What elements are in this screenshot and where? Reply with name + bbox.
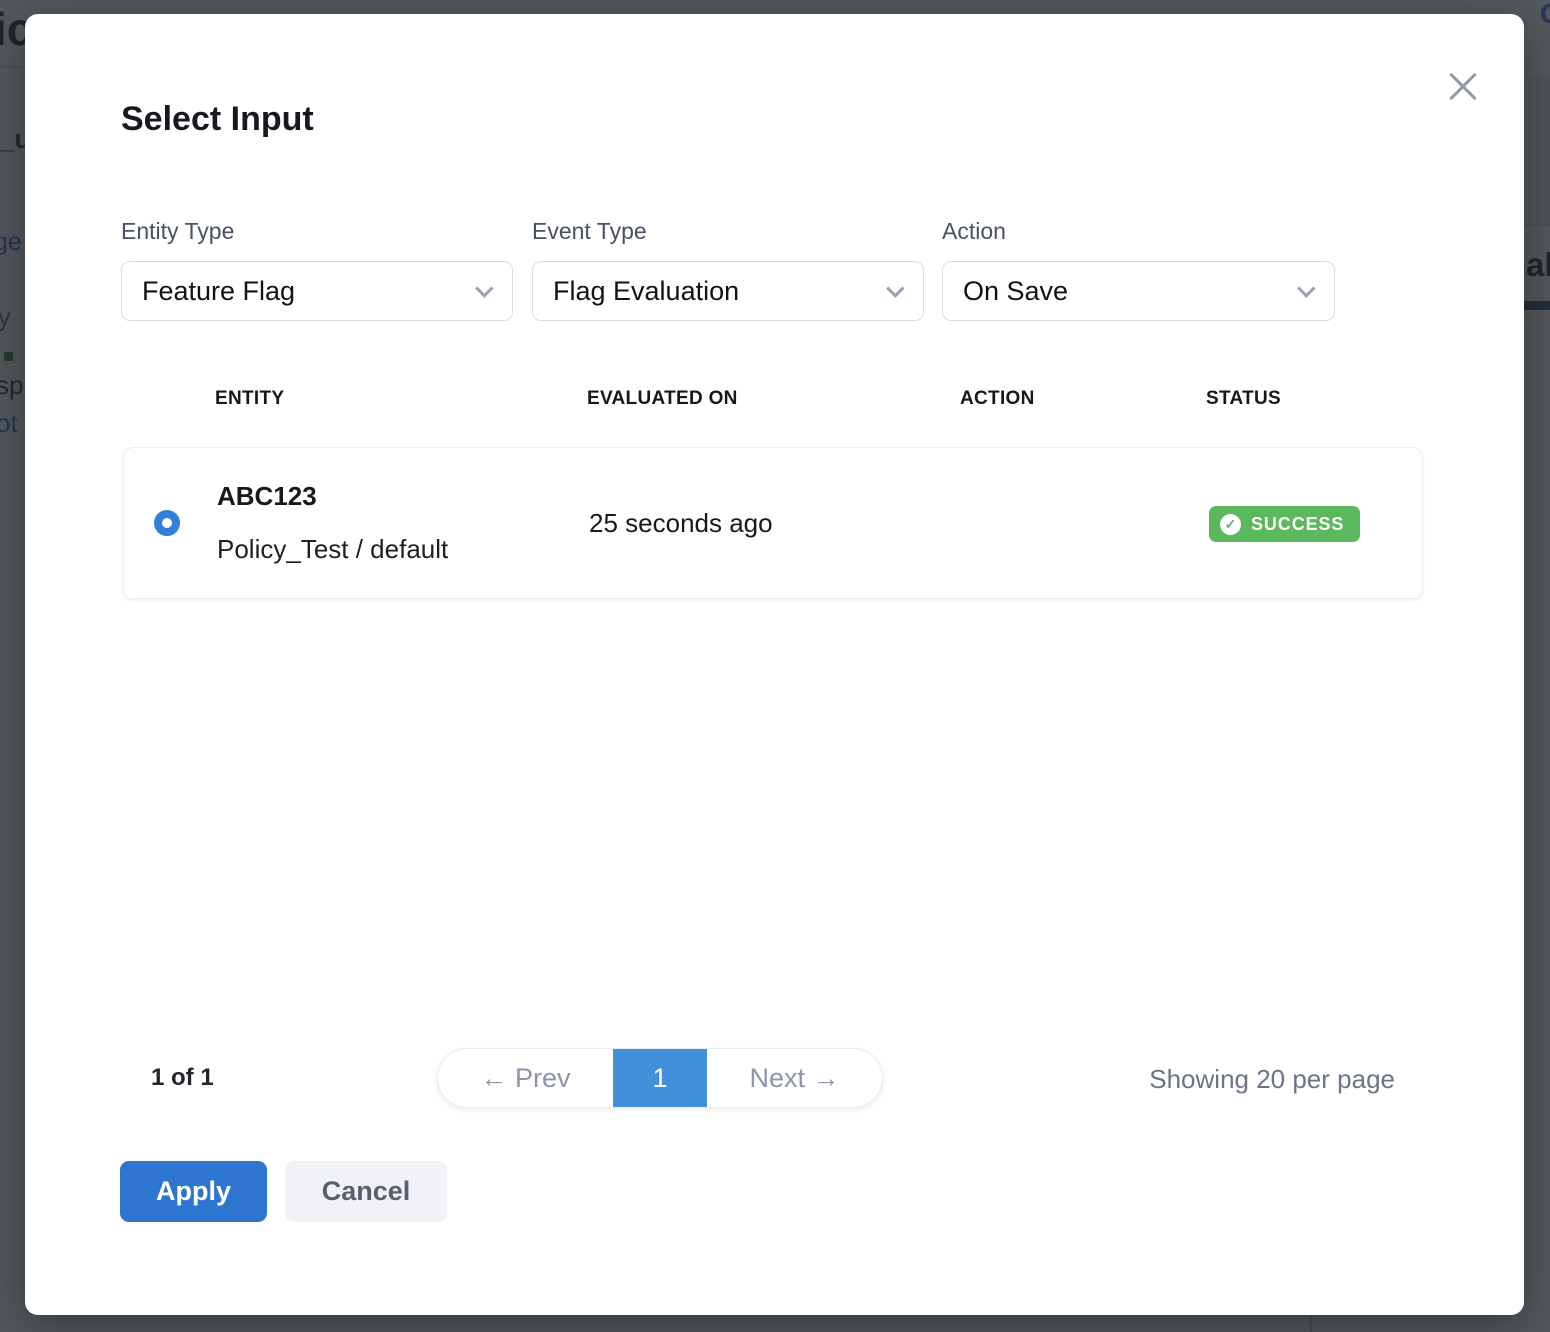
close-icon xyxy=(1446,70,1480,104)
check-circle-icon: ✓ xyxy=(1220,514,1241,535)
evaluated-on-value: 25 seconds ago xyxy=(589,508,773,539)
chevron-down-icon xyxy=(886,279,904,297)
chevron-down-icon xyxy=(475,279,493,297)
event-type-value: Flag Evaluation xyxy=(553,276,739,307)
current-page-button[interactable]: 1 xyxy=(613,1049,707,1107)
entity-name: ABC123 xyxy=(217,481,317,512)
filter-action: Action On Save xyxy=(942,218,1335,321)
filter-label: Entity Type xyxy=(121,218,513,245)
status-badge: ✓ SUCCESS xyxy=(1209,506,1360,542)
column-header-entity: ENTITY xyxy=(215,388,284,410)
chevron-down-icon xyxy=(1297,279,1315,297)
entity-type-select[interactable]: Feature Flag xyxy=(121,261,513,321)
table-row[interactable]: ABC123 Policy_Test / default 25 seconds … xyxy=(123,447,1423,599)
status-label: SUCCESS xyxy=(1251,514,1344,535)
apply-button[interactable]: Apply xyxy=(120,1161,267,1222)
pager: ← Prev 1 Next → xyxy=(437,1048,883,1108)
column-header-evaluated-on: EVALUATED ON xyxy=(587,388,738,410)
cancel-button[interactable]: Cancel xyxy=(285,1161,447,1222)
column-header-action: ACTION xyxy=(960,388,1035,410)
close-button[interactable] xyxy=(1446,70,1480,104)
filter-label: Event Type xyxy=(532,218,924,245)
prev-page-button[interactable]: ← Prev xyxy=(438,1049,613,1107)
modal-title: Select Input xyxy=(121,100,314,139)
select-input-modal: Select Input Entity Type Feature Flag Ev… xyxy=(25,14,1524,1315)
filter-entity-type: Entity Type Feature Flag xyxy=(121,218,513,321)
action-select[interactable]: On Save xyxy=(942,261,1335,321)
next-page-button[interactable]: Next → xyxy=(707,1049,882,1107)
filter-event-type: Event Type Flag Evaluation xyxy=(532,218,924,321)
page-summary: 1 of 1 xyxy=(151,1064,214,1092)
action-value: On Save xyxy=(963,276,1068,307)
column-header-status: STATUS xyxy=(1206,388,1281,410)
per-page-label: Showing 20 per page xyxy=(1149,1064,1395,1095)
row-radio-selected[interactable] xyxy=(154,510,180,536)
screen: ic l_u ge y sp ot C al Select Input Enti… xyxy=(0,0,1550,1332)
filter-label: Action xyxy=(942,218,1335,245)
entity-type-value: Feature Flag xyxy=(142,276,295,307)
event-type-select[interactable]: Flag Evaluation xyxy=(532,261,924,321)
entity-path: Policy_Test / default xyxy=(217,534,448,565)
